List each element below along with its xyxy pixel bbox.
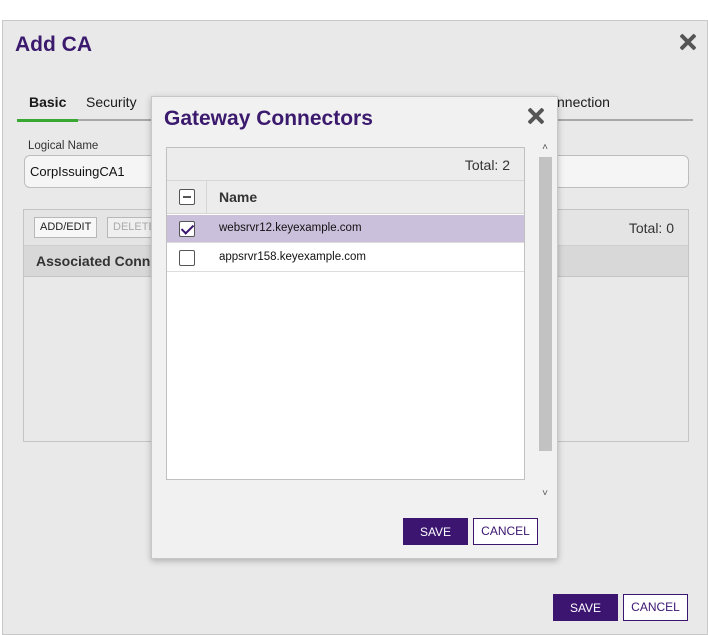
grid-total: Total: 0 bbox=[628, 220, 674, 236]
column-header-associated[interactable]: Associated Connec bbox=[36, 253, 166, 269]
connectors-total: Total: 2 bbox=[464, 157, 510, 173]
row-checkbox[interactable] bbox=[179, 221, 195, 237]
modal-close-icon[interactable] bbox=[527, 107, 545, 125]
scroll-thumb[interactable] bbox=[539, 157, 552, 451]
connectors-header: Name bbox=[167, 181, 524, 214]
gateway-connectors-modal: Gateway Connectors Total: 2 Name websrvr… bbox=[151, 96, 558, 559]
row-checkbox[interactable] bbox=[179, 250, 195, 266]
table-row[interactable]: websrvr12.keyexample.com bbox=[167, 215, 524, 243]
column-divider bbox=[206, 181, 207, 213]
modal-title: Gateway Connectors bbox=[164, 107, 373, 130]
tab-security[interactable]: Security bbox=[86, 93, 137, 121]
scroll-up-icon[interactable]: ˄ bbox=[540, 143, 550, 153]
scroll-down-icon[interactable]: ˅ bbox=[540, 489, 550, 499]
select-all-checkbox[interactable] bbox=[179, 189, 195, 205]
scrollbar[interactable]: ˄ ˅ bbox=[538, 143, 552, 503]
tab-connection[interactable]: nnection bbox=[557, 93, 610, 121]
connectors-toolbar: Total: 2 bbox=[167, 148, 524, 181]
tab-basic[interactable]: Basic bbox=[17, 93, 79, 122]
cancel-button[interactable]: CANCEL bbox=[623, 594, 688, 621]
modal-cancel-button[interactable]: CANCEL bbox=[473, 518, 538, 545]
dialog-title: Add CA bbox=[15, 33, 92, 56]
modal-save-button[interactable]: SAVE bbox=[403, 518, 468, 545]
table-row[interactable]: appsrvr158.keyexample.com bbox=[167, 244, 524, 272]
save-button[interactable]: SAVE bbox=[553, 594, 618, 621]
add-edit-button[interactable]: ADD/EDIT bbox=[34, 217, 98, 238]
connectors-grid: Total: 2 Name websrvr12.keyexample.com a… bbox=[166, 147, 525, 480]
connector-name: appsrvr158.keyexample.com bbox=[219, 251, 367, 263]
connector-name: websrvr12.keyexample.com bbox=[219, 222, 362, 234]
close-icon[interactable] bbox=[679, 33, 697, 51]
column-header-name[interactable]: Name bbox=[219, 189, 257, 205]
logical-name-label: Logical Name bbox=[28, 140, 99, 152]
